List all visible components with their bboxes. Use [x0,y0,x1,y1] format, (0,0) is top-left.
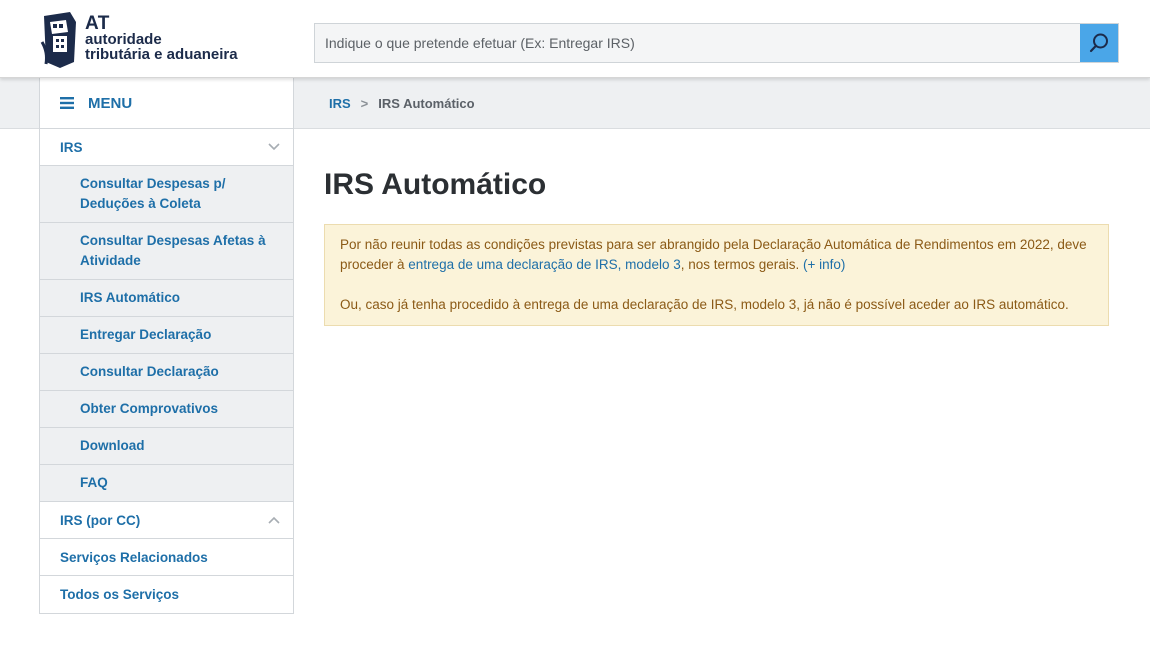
sidebar-item-consultar-despesas-atividade[interactable]: Consultar Despesas Afetas à Atividade [40,223,293,280]
alert-text: , nos termos gerais. [680,257,804,272]
logo-abbr: AT [85,13,110,34]
menu-toggle-button[interactable]: MENU [40,78,293,129]
menu-label: MENU [88,94,133,112]
breadcrumb-current: IRS Automático [378,96,475,111]
sidebar-item-label: Consultar Declaração [80,364,219,379]
chevron-down-icon [267,140,281,154]
sidebar-item-label: Serviços Relacionados [60,549,208,565]
sidebar-item-irs-automatico[interactable]: IRS Automático [40,280,293,317]
sidebar-item-label: Consultar Despesas Afetas à Atividade [80,233,266,268]
sidebar-item-consultar-declaracao[interactable]: Consultar Declaração [40,354,293,391]
sidebar-group-label: IRS [60,139,83,155]
sidebar-item-servicos-relacionados[interactable]: Serviços Relacionados [40,539,293,576]
breadcrumb-separator: > [360,96,369,111]
sidebar-item-entregar-declaracao[interactable]: Entregar Declaração [40,317,293,354]
sidebar-item-label: FAQ [80,475,108,490]
sidebar-item-todos-os-servicos[interactable]: Todos os Serviços [40,576,293,613]
warning-alert: Por não reunir todas as condições previs… [324,224,1109,326]
entrega-declaracao-link[interactable]: entrega de uma declaração de IRS, modelo… [408,257,680,272]
sidebar-item-obter-comprovativos[interactable]: Obter Comprovativos [40,391,293,428]
sidebar-item-label: Todos os Serviços [60,587,180,602]
sidebar-item-label: IRS Automático [80,290,181,305]
sidebar-item-label: Download [80,438,145,453]
alert-paragraph-1: Por não reunir todas as condições previs… [340,235,1093,275]
logo-line-2: tributária e aduaneira [85,46,238,63]
page-title: IRS Automático [324,168,547,201]
sidebar-group-irs-por-cc[interactable]: IRS (por CC) [40,502,293,539]
sidebar-item-download[interactable]: Download [40,428,293,465]
search-input[interactable] [315,24,1081,62]
breadcrumb-link-irs[interactable]: IRS [329,96,351,111]
at-emblem-icon [40,12,76,68]
alert-paragraph-2: Ou, caso já tenha procedido à entrega de… [340,297,1069,312]
at-logo[interactable]: AT autoridade tributária e aduaneira [40,12,260,70]
sidebar-item-label: Consultar Despesas p/ Deduções à Coleta [80,176,226,211]
sidebar-item-label: Entregar Declaração [80,327,212,342]
sidebar-item-label: Obter Comprovativos [80,401,219,416]
hamburger-icon [60,97,74,109]
chevron-up-icon [267,513,281,527]
search-bar [314,23,1119,63]
breadcrumb: IRS > IRS Automático [329,96,475,111]
logo-line-1: autoridade [85,31,162,48]
site-header: AT autoridade tributária e aduaneira [0,0,1150,78]
sidebar-group-irs[interactable]: IRS [40,129,293,166]
search-button[interactable] [1080,24,1118,62]
more-info-link[interactable]: (+ info) [803,257,845,272]
sidebar-nav: MENU IRS Consultar Despesas p/ Deduções … [39,78,294,614]
search-icon [1089,33,1108,53]
sidebar-group-label: IRS (por CC) [60,512,141,528]
sidebar-item-consultar-despesas-deducoes[interactable]: Consultar Despesas p/ Deduções à Coleta [40,166,293,223]
sidebar-item-faq[interactable]: FAQ [40,465,293,502]
